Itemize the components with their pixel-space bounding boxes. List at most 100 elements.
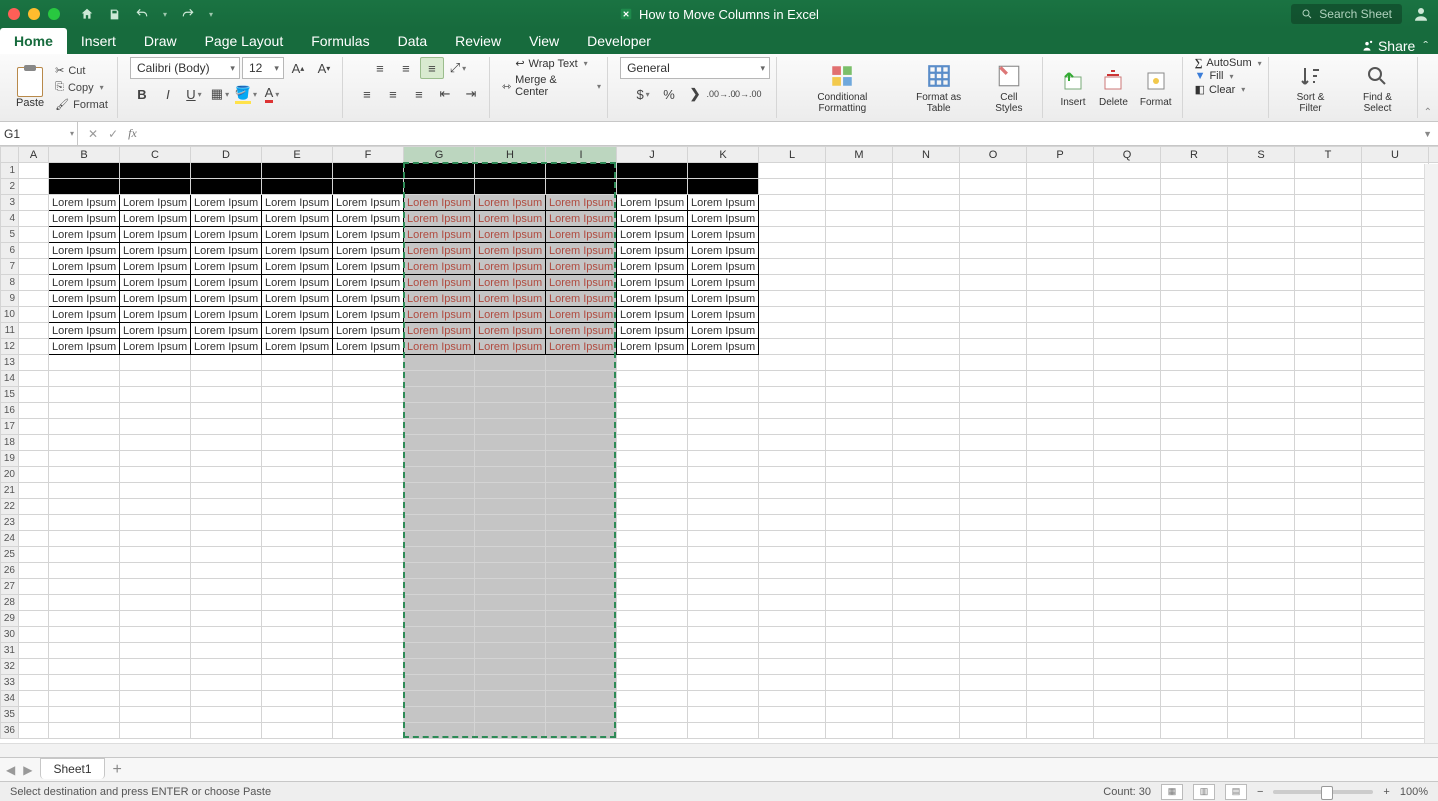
- save-icon[interactable]: [108, 8, 121, 21]
- cell-A7[interactable]: [19, 259, 49, 275]
- currency-button[interactable]: $▾: [631, 83, 655, 105]
- cell-H25[interactable]: [475, 547, 546, 563]
- cell-K24[interactable]: [688, 531, 759, 547]
- cell-B25[interactable]: [49, 547, 120, 563]
- cell-M31[interactable]: [826, 643, 893, 659]
- cell-P27[interactable]: [1027, 579, 1094, 595]
- cell-C9[interactable]: Lorem Ipsum: [120, 291, 191, 307]
- cell-T35[interactable]: [1295, 707, 1362, 723]
- undo-dropdown-icon[interactable]: ▾: [163, 10, 167, 19]
- cell-Q34[interactable]: [1094, 691, 1161, 707]
- cell-E10[interactable]: Lorem Ipsum: [262, 307, 333, 323]
- cell-E3[interactable]: Lorem Ipsum: [262, 195, 333, 211]
- expand-formula-bar-icon[interactable]: ⌃: [1424, 107, 1432, 118]
- cell-O4[interactable]: [960, 211, 1027, 227]
- cell-O25[interactable]: [960, 547, 1027, 563]
- cell-T17[interactable]: [1295, 419, 1362, 435]
- cell-A4[interactable]: [19, 211, 49, 227]
- cell-D11[interactable]: Lorem Ipsum: [191, 323, 262, 339]
- cell-I9[interactable]: Lorem Ipsum: [546, 291, 617, 307]
- format-as-table-button[interactable]: Format as Table: [900, 60, 978, 116]
- cell-K8[interactable]: Lorem Ipsum: [688, 275, 759, 291]
- cell-I27[interactable]: [546, 579, 617, 595]
- cell-N33[interactable]: [893, 675, 960, 691]
- cell-L34[interactable]: [759, 691, 826, 707]
- cell-B26[interactable]: [49, 563, 120, 579]
- cell-O27[interactable]: [960, 579, 1027, 595]
- cell-H13[interactable]: [475, 355, 546, 371]
- cell-G27[interactable]: [404, 579, 475, 595]
- cell-L31[interactable]: [759, 643, 826, 659]
- cell-R36[interactable]: [1161, 723, 1228, 739]
- row-header-26[interactable]: 26: [1, 563, 19, 579]
- cell-M36[interactable]: [826, 723, 893, 739]
- cell-G11[interactable]: Lorem Ipsum: [404, 323, 475, 339]
- cell-Q35[interactable]: [1094, 707, 1161, 723]
- cell-F35[interactable]: [333, 707, 404, 723]
- cell-L7[interactable]: [759, 259, 826, 275]
- cell-L2[interactable]: [759, 179, 826, 195]
- col-header-M[interactable]: M: [826, 147, 893, 163]
- cell-M11[interactable]: [826, 323, 893, 339]
- cell-A17[interactable]: [19, 419, 49, 435]
- cell-O10[interactable]: [960, 307, 1027, 323]
- cell-N19[interactable]: [893, 451, 960, 467]
- cell-N16[interactable]: [893, 403, 960, 419]
- cell-K1[interactable]: [688, 163, 759, 179]
- cell-J21[interactable]: [617, 483, 688, 499]
- cell-F5[interactable]: Lorem Ipsum: [333, 227, 404, 243]
- cell-E28[interactable]: [262, 595, 333, 611]
- cell-J8[interactable]: Lorem Ipsum: [617, 275, 688, 291]
- cell-C5[interactable]: Lorem Ipsum: [120, 227, 191, 243]
- cell-B24[interactable]: [49, 531, 120, 547]
- cell-C7[interactable]: Lorem Ipsum: [120, 259, 191, 275]
- row-header-29[interactable]: 29: [1, 611, 19, 627]
- cell-R3[interactable]: [1161, 195, 1228, 211]
- cell-S5[interactable]: [1228, 227, 1295, 243]
- row-header-36[interactable]: 36: [1, 723, 19, 739]
- cell-I5[interactable]: Lorem Ipsum: [546, 227, 617, 243]
- cell-P3[interactable]: [1027, 195, 1094, 211]
- tab-review[interactable]: Review: [441, 28, 515, 54]
- number-format-select[interactable]: General: [620, 57, 770, 79]
- cell-E18[interactable]: [262, 435, 333, 451]
- cell-E6[interactable]: Lorem Ipsum: [262, 243, 333, 259]
- cell-E5[interactable]: Lorem Ipsum: [262, 227, 333, 243]
- wrap-text-button[interactable]: ↩Wrap Text▾: [515, 57, 587, 70]
- cell-S33[interactable]: [1228, 675, 1295, 691]
- row-header-28[interactable]: 28: [1, 595, 19, 611]
- cell-T23[interactable]: [1295, 515, 1362, 531]
- cell-S19[interactable]: [1228, 451, 1295, 467]
- italic-button[interactable]: I: [156, 83, 180, 105]
- cell-C12[interactable]: Lorem Ipsum: [120, 339, 191, 355]
- cell-R4[interactable]: [1161, 211, 1228, 227]
- cell-E23[interactable]: [262, 515, 333, 531]
- cell-O15[interactable]: [960, 387, 1027, 403]
- cell-U10[interactable]: [1362, 307, 1429, 323]
- cell-C33[interactable]: [120, 675, 191, 691]
- cell-G16[interactable]: [404, 403, 475, 419]
- cell-H7[interactable]: Lorem Ipsum: [475, 259, 546, 275]
- tab-home[interactable]: Home: [0, 28, 67, 54]
- cell-O13[interactable]: [960, 355, 1027, 371]
- row-header-2[interactable]: 2: [1, 179, 19, 195]
- cell-B30[interactable]: [49, 627, 120, 643]
- cell-Q27[interactable]: [1094, 579, 1161, 595]
- cell-Q36[interactable]: [1094, 723, 1161, 739]
- cell-N1[interactable]: [893, 163, 960, 179]
- col-header-S[interactable]: S: [1228, 147, 1295, 163]
- zoom-slider[interactable]: [1273, 790, 1373, 794]
- decrease-font-button[interactable]: A▾: [312, 57, 336, 79]
- cell-R8[interactable]: [1161, 275, 1228, 291]
- cell-P23[interactable]: [1027, 515, 1094, 531]
- row-header-18[interactable]: 18: [1, 435, 19, 451]
- cell-L14[interactable]: [759, 371, 826, 387]
- cell-Q14[interactable]: [1094, 371, 1161, 387]
- expand-bar-icon[interactable]: ▼: [1417, 129, 1438, 139]
- cell-E21[interactable]: [262, 483, 333, 499]
- cell-I25[interactable]: [546, 547, 617, 563]
- row-header-31[interactable]: 31: [1, 643, 19, 659]
- cell-Q13[interactable]: [1094, 355, 1161, 371]
- cell-T14[interactable]: [1295, 371, 1362, 387]
- cell-G36[interactable]: [404, 723, 475, 739]
